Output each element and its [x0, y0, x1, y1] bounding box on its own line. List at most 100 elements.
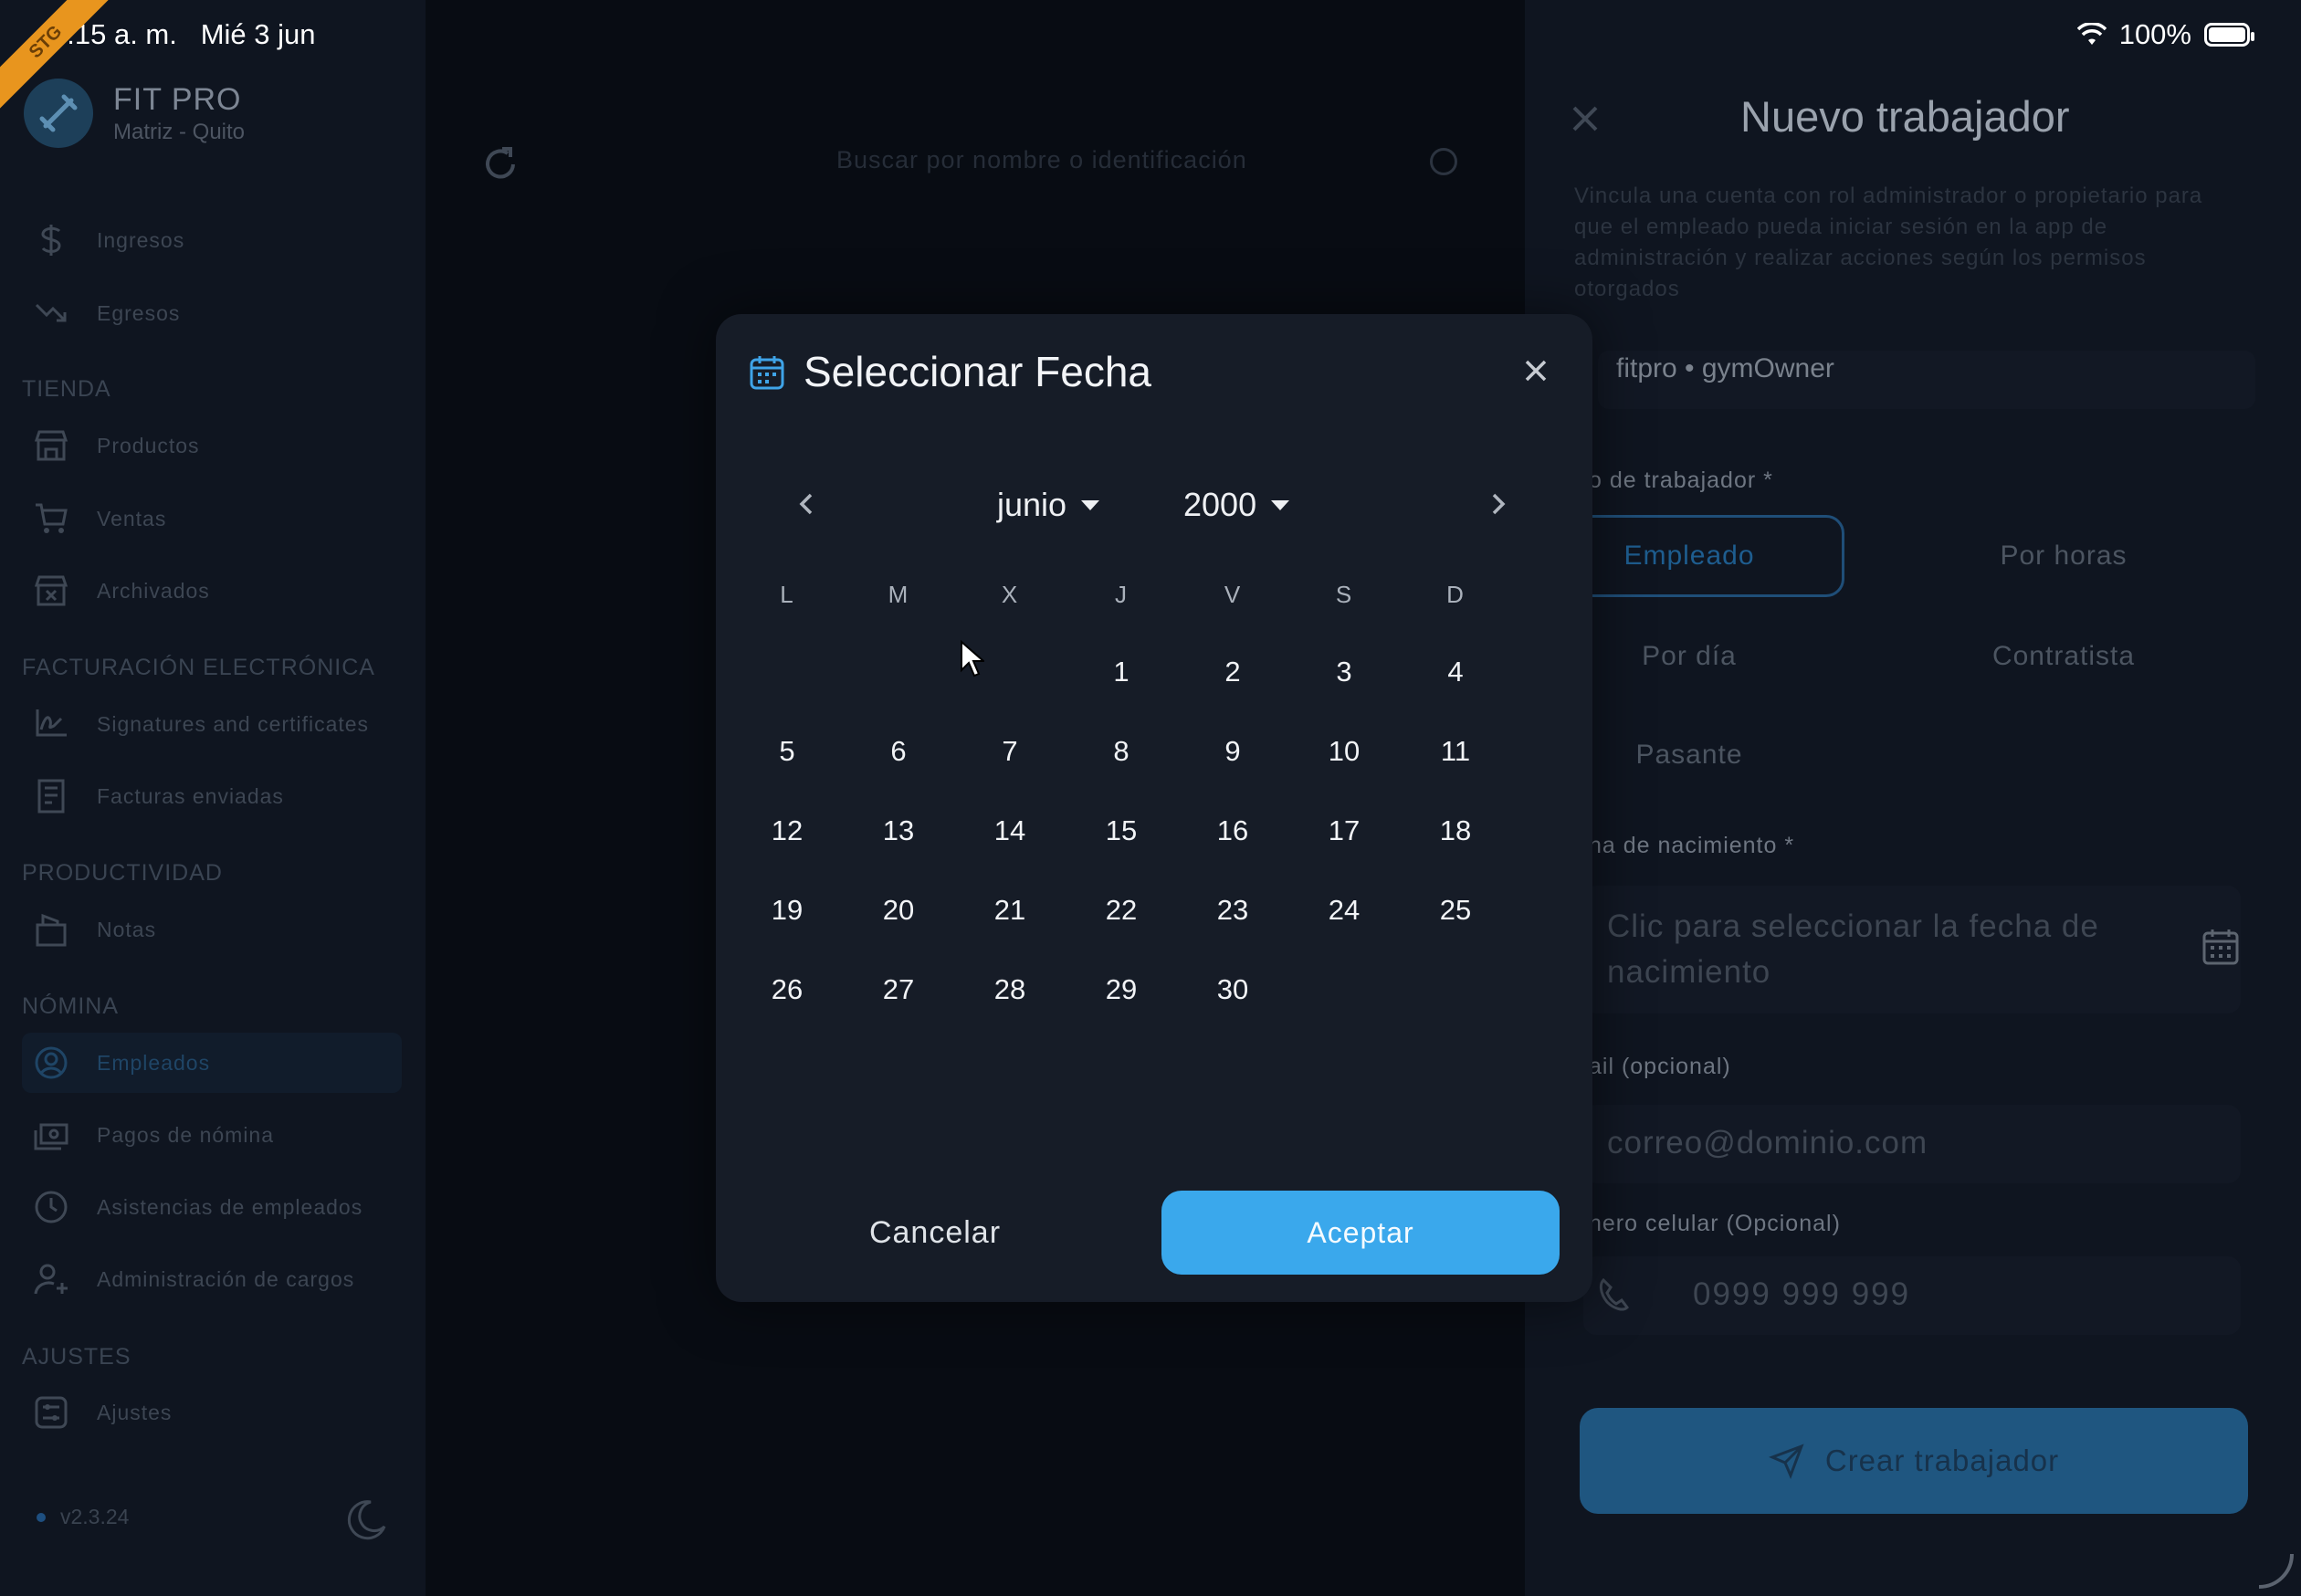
search-input[interactable]: Buscar por nombre o identificación: [836, 146, 1247, 174]
email-placeholder: correo@dominio.com: [1607, 1125, 1928, 1160]
moon-icon[interactable]: [343, 1497, 389, 1543]
status-time: 6:15 a. m. Mié 3 jun: [51, 18, 316, 51]
archive-icon: [33, 572, 69, 609]
calendar-day[interactable]: 18: [1419, 803, 1492, 858]
calendar-day[interactable]: 6: [862, 724, 935, 779]
calendar-day[interactable]: 3: [1308, 645, 1381, 699]
cancel-button[interactable]: Cancelar: [743, 1191, 1127, 1275]
sidebar-item-notas[interactable]: Notas: [22, 899, 402, 960]
phone-field[interactable]: 0999 999 999: [1583, 1256, 2241, 1335]
sidebar-item-ingresos[interactable]: Ingresos: [22, 210, 402, 270]
calendar-day[interactable]: 8: [1085, 724, 1158, 779]
calendar-day[interactable]: 12: [751, 803, 824, 858]
account-select[interactable]: fitpro • gymOwner: [1598, 351, 2255, 409]
sidebar-item-label: Pagos de nómina: [97, 1122, 275, 1147]
calendar-day[interactable]: 21: [973, 883, 1046, 938]
sidebar-item-archivados[interactable]: Archivados: [22, 561, 402, 621]
calendar-day[interactable]: 9: [1196, 724, 1269, 779]
phone-placeholder: 0999 999 999: [1693, 1276, 1911, 1312]
sidebar-item-label: Ajustes: [97, 1400, 173, 1424]
sidebar-item-productos[interactable]: Productos: [22, 415, 402, 476]
wifi-icon: [2076, 23, 2107, 45]
sidebar-item-ajustes[interactable]: Ajustes: [22, 1382, 402, 1443]
clock-icon: [33, 1189, 69, 1225]
sidebar-item-label: Productos: [97, 433, 200, 457]
caret-down-icon: [1081, 499, 1100, 510]
calendar-day[interactable]: 22: [1085, 883, 1158, 938]
calendar-day[interactable]: 17: [1308, 803, 1381, 858]
calendar-day[interactable]: 14: [973, 803, 1046, 858]
dialog-title: Seleccionar Fecha: [804, 348, 1151, 395]
resize-handle-icon[interactable]: [2241, 1536, 2296, 1591]
create-worker-button[interactable]: Crear trabajador: [1580, 1408, 2248, 1514]
calendar-day[interactable]: 2: [1196, 645, 1269, 699]
calendar-day[interactable]: 23: [1196, 883, 1269, 938]
calendar-day[interactable]: 30: [1196, 962, 1269, 1017]
calendar-day[interactable]: 7: [973, 724, 1046, 779]
panel-title: Nuevo trabajador: [1740, 92, 2070, 141]
status-bar: 6:15 a. m. Mié 3 jun 100%: [0, 0, 2301, 64]
close-icon[interactable]: [1519, 354, 1552, 387]
worker-type-label: o de trabajador *: [1589, 467, 1773, 493]
type-contratista[interactable]: Contratista: [1908, 615, 2219, 698]
calendar-day[interactable]: 15: [1085, 803, 1158, 858]
sidebar: FIT PRO Matriz - Quito Ingresos Egresos …: [0, 0, 426, 1596]
weekday-label: J: [1115, 581, 1128, 608]
sidebar-item-label: Archivados: [97, 578, 210, 603]
birth-placeholder-line1: Clic para seleccionar la fecha de: [1607, 908, 2099, 944]
dollar-icon: [33, 222, 69, 258]
sidebar-item-label: Empleados: [97, 1050, 211, 1075]
sidebar-item-empleados[interactable]: Empleados: [22, 1033, 402, 1093]
email-field[interactable]: correo@dominio.com: [1583, 1105, 2241, 1183]
sidebar-item-egresos[interactable]: Egresos: [22, 283, 402, 343]
cart-icon: [33, 500, 69, 537]
accept-button[interactable]: Aceptar: [1161, 1191, 1560, 1275]
brand[interactable]: FIT PRO Matriz - Quito: [24, 79, 245, 148]
weekday-label: S: [1335, 581, 1353, 608]
calendar-day[interactable]: 19: [751, 883, 824, 938]
sidebar-item-ventas[interactable]: Ventas: [22, 488, 402, 549]
battery-icon: [2204, 23, 2254, 47]
calendar-day[interactable]: 11: [1419, 724, 1492, 779]
calendar-day[interactable]: 5: [751, 724, 824, 779]
sidebar-item-signatures[interactable]: Signatures and certificates: [22, 694, 402, 754]
sidebar-item-asistencias[interactable]: Asistencias de empleados: [22, 1177, 402, 1237]
phone-icon: [1592, 1275, 1634, 1317]
section-nomina: NÓMINA: [22, 993, 119, 1019]
sidebar-item-label: Egresos: [97, 300, 181, 325]
calendar-day[interactable]: 24: [1308, 883, 1381, 938]
chevron-left-icon[interactable]: [791, 488, 824, 520]
calendar-day[interactable]: 13: [862, 803, 935, 858]
birth-date-field[interactable]: Clic para seleccionar la fecha de nacimi…: [1583, 886, 2241, 1013]
calendar-day[interactable]: 16: [1196, 803, 1269, 858]
calendar-day[interactable]: 27: [862, 962, 935, 1017]
type-por-horas[interactable]: Por horas: [1908, 515, 2219, 597]
calendar-icon: [749, 354, 785, 391]
mouse-cursor-icon: [961, 639, 984, 677]
sidebar-item-facturas[interactable]: Facturas enviadas: [22, 766, 402, 826]
refresh-icon[interactable]: [480, 144, 520, 184]
calendar-day[interactable]: 25: [1419, 883, 1492, 938]
close-icon[interactable]: [1567, 100, 1603, 137]
chevron-right-icon[interactable]: [1481, 488, 1514, 520]
weekday-label: M: [888, 581, 909, 608]
calendar-day[interactable]: 4: [1419, 645, 1492, 699]
caret-down-icon: [1271, 499, 1290, 510]
user-circle-icon: [33, 1045, 69, 1081]
calendar-day[interactable]: 20: [862, 883, 935, 938]
phone-label: nero celular (Opcional): [1589, 1211, 1841, 1236]
calendar-day[interactable]: 28: [973, 962, 1046, 1017]
calendar-icon[interactable]: [2201, 927, 2241, 967]
calendar-day[interactable]: 10: [1308, 724, 1381, 779]
month-select[interactable]: junio: [997, 486, 1100, 524]
calendar-day[interactable]: 26: [751, 962, 824, 1017]
sidebar-item-cargos[interactable]: Administración de cargos: [22, 1249, 402, 1309]
sidebar-item-pagos[interactable]: Pagos de nómina: [22, 1105, 402, 1165]
calendar-day[interactable]: 29: [1085, 962, 1158, 1017]
search-icon[interactable]: [1430, 148, 1457, 175]
store-icon: [33, 427, 69, 464]
section-tienda: TIENDA: [22, 376, 111, 402]
brand-name: FIT PRO: [113, 81, 242, 117]
calendar-day[interactable]: 1: [1085, 645, 1158, 699]
year-select[interactable]: 2000: [1183, 486, 1290, 524]
